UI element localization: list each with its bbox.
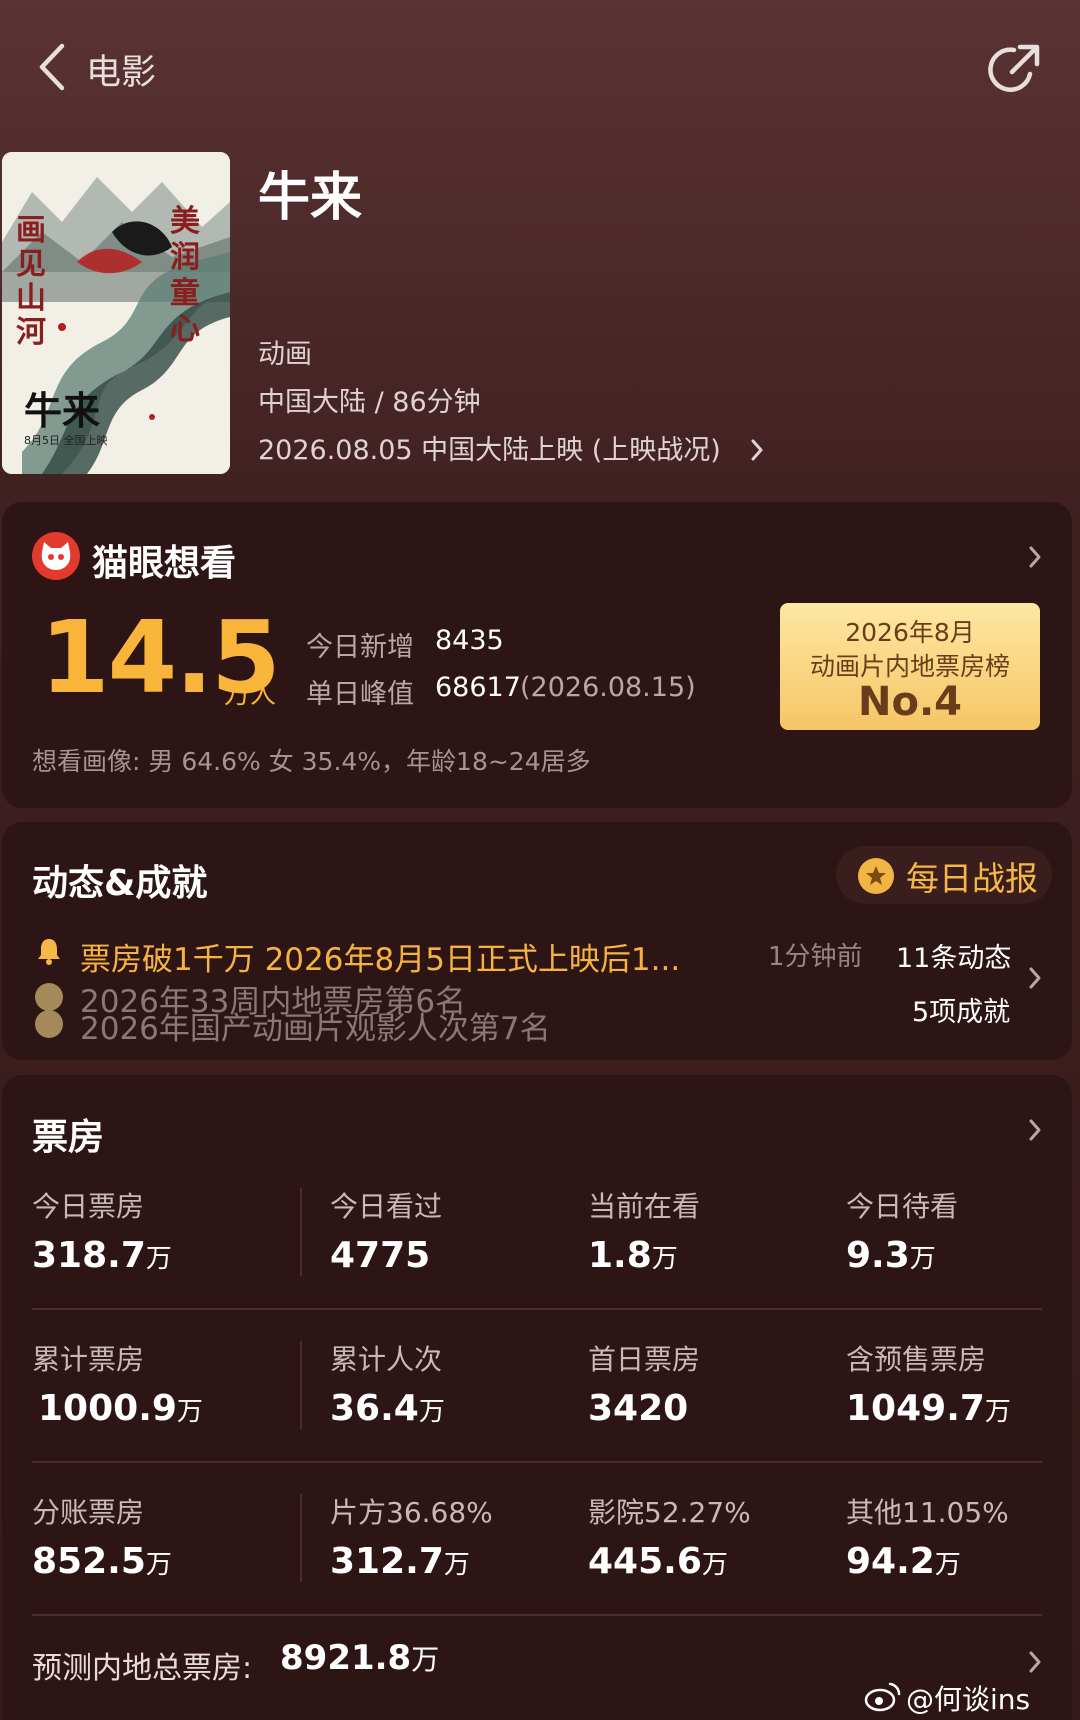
movie-region-duration: 中国大陆 / 86分钟 [258, 387, 481, 418]
news-title: 动态&成就 [32, 863, 208, 904]
medal-icon [35, 1010, 63, 1038]
today-new-value: 8435 [435, 625, 504, 656]
latest-news-time: 1分钟前 [768, 942, 863, 972]
watermark: @何谈ins [906, 1683, 1031, 1716]
poster-slogan-left: 画见山河 [16, 213, 46, 350]
bell-icon [38, 939, 60, 965]
chevron-right-icon [751, 439, 763, 461]
achievement-count[interactable]: 5项成就 [912, 990, 1010, 1029]
chevron-right-icon[interactable] [1026, 964, 1044, 992]
divider [32, 1461, 1042, 1463]
maoyan-cat-icon [32, 532, 80, 580]
divider [300, 1188, 302, 1276]
stat-value: 852.5万 [32, 1541, 172, 1582]
achievement-item: 2026年国产动画片观影人次第7名 [80, 1011, 551, 1047]
rank-list-name: 动画片内地票房榜 [809, 652, 1010, 681]
stat-value: 1.8万 [588, 1235, 678, 1276]
peak-date: (2026.08.15) [520, 672, 696, 703]
want-unit: 万人 [224, 680, 277, 710]
movie-poster[interactable]: 画见山河 美润童心 牛来 8月5日 全国上映 [2, 152, 230, 474]
stat-value: 9.3万 [846, 1235, 936, 1276]
movie-genre: 动画 [258, 339, 312, 370]
back-arrow-icon[interactable] [34, 42, 74, 92]
divider [300, 1494, 302, 1582]
stat-value: 94.2万 [846, 1541, 961, 1582]
stat-label: 累计人次 [330, 1343, 443, 1376]
rank-number: No.4 [858, 679, 962, 725]
top-bar: 电影 [0, 0, 1080, 140]
divider [300, 1341, 302, 1429]
stat-label: 首日票房 [588, 1343, 701, 1376]
stat-label: 影院52.27% [588, 1496, 751, 1529]
stat-label: 今日看过 [330, 1190, 443, 1223]
nav-title[interactable]: 电影 [86, 44, 156, 95]
stat-value: 318.7万 [32, 1235, 172, 1276]
medal-icon [35, 983, 63, 1011]
peak-value: 68617 [435, 672, 521, 703]
stat-value: 3420 [588, 1388, 689, 1429]
chevron-right-icon[interactable] [1026, 1648, 1044, 1676]
forecast-value: 8921.8万 [280, 1638, 440, 1678]
share-icon[interactable] [986, 42, 1042, 98]
peak-label: 单日峰值 [306, 679, 414, 710]
box-office-title: 票房 [32, 1117, 105, 1158]
stat-label: 分账票房 [32, 1496, 145, 1529]
poster-title: 牛来 [24, 388, 101, 433]
stat-value: 4775 [330, 1235, 431, 1276]
movie-release-link[interactable]: 2026.08.05 中国大陆上映 (上映战况) [258, 428, 763, 467]
want-title: 猫眼想看 [92, 543, 237, 584]
medal-icon [858, 858, 894, 894]
poster-slogan-right: 美润童心 [170, 204, 200, 347]
divider [32, 1614, 1042, 1616]
movie-release: 2026.08.05 中国大陆上映 (上映战况) [258, 435, 721, 466]
daily-report-label: 每日战报 [906, 859, 1038, 898]
stat-value: 1049.7万 [846, 1388, 1011, 1429]
divider [32, 1308, 1042, 1310]
latest-news[interactable]: 票房破1千万 2026年8月5日正式上映后1... [80, 934, 680, 979]
stat-label: 当前在看 [588, 1190, 701, 1223]
stat-label: 其他11.05% [846, 1496, 1009, 1529]
chevron-right-icon[interactable] [1026, 543, 1044, 571]
chevron-right-icon[interactable] [1026, 1116, 1044, 1144]
stat-label: 今日票房 [32, 1190, 145, 1223]
stat-value: 36.4万 [330, 1388, 445, 1429]
stat-value: 312.7万 [330, 1541, 470, 1582]
stat-label: 含预售票房 [846, 1343, 987, 1376]
stat-value: 1000.9万 [38, 1388, 203, 1429]
stat-label: 累计票房 [32, 1343, 145, 1376]
forecast-label: 预测内地总票房: [32, 1651, 253, 1686]
poster-date: 8月5日 全国上映 [24, 434, 108, 447]
rank-period: 2026年8月 [845, 618, 975, 647]
stat-label: 片方36.68% [330, 1496, 493, 1529]
news-count[interactable]: 11条动态 [896, 936, 1011, 975]
weibo-icon [864, 1682, 901, 1712]
audience-portrait: 想看画像: 男 64.6% 女 35.4%，年龄18~24居多 [32, 747, 591, 776]
movie-title: 牛来 [258, 168, 363, 228]
today-new-label: 今日新增 [306, 632, 414, 663]
stat-label: 今日待看 [846, 1190, 959, 1223]
stat-value: 445.6万 [588, 1541, 728, 1582]
rank-badge[interactable]: 2026年8月 动画片内地票房榜 No.4 [780, 603, 1040, 730]
